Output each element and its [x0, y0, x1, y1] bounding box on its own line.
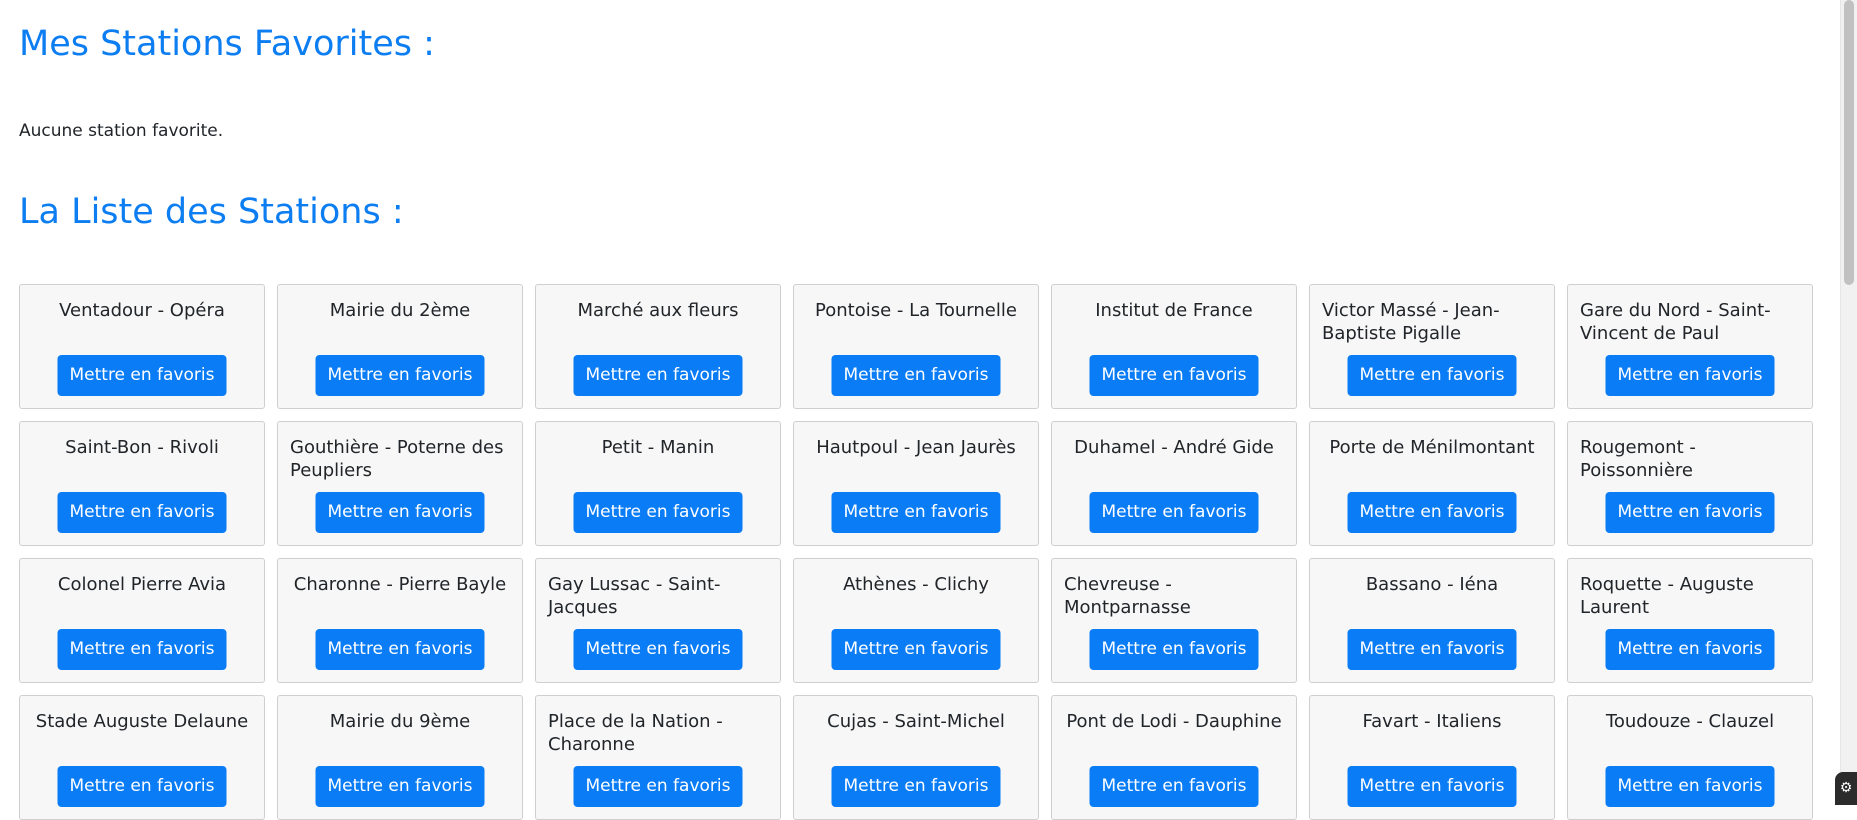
station-name: Institut de France [1095, 300, 1253, 321]
add-to-favorites-button[interactable]: Mettre en favoris [1347, 492, 1517, 533]
add-to-favorites-button[interactable]: Mettre en favoris [1347, 766, 1517, 807]
favorites-title: Mes Stations Favorites : [19, 24, 435, 64]
station-name: Marché aux fleurs [577, 300, 739, 321]
station-card: Gare du Nord - Saint-Vincent de Paul Mett… [1567, 284, 1813, 409]
station-name: Bassano - Iéna [1365, 574, 1499, 595]
add-to-favorites-button[interactable]: Mettre en favoris [1605, 766, 1775, 807]
station-name: Porte de Ménilmontant [1329, 437, 1535, 458]
station-name: Gay Lussac - Saint-Jacques [548, 574, 721, 618]
add-to-favorites-button[interactable]: Mettre en favoris [831, 492, 1001, 533]
station-card: Place de la Nation - Charonne Mettre en f… [535, 695, 781, 820]
station-card: Toudouze - Clauzel Mettre en favoris [1567, 695, 1813, 820]
add-to-favorites-button[interactable]: Mettre en favoris [1089, 629, 1259, 670]
station-card: Rougemont - Poissonnière Mettre en favori… [1567, 421, 1813, 546]
add-to-favorites-button[interactable]: Mettre en favoris [831, 629, 1001, 670]
station-name: Chevreuse - Montparnasse [1064, 574, 1191, 618]
station-name: Petit - Manin [601, 437, 715, 458]
station-card: Petit - Manin Mettre en favoris [535, 421, 781, 546]
add-to-favorites-button[interactable]: Mettre en favoris [1089, 766, 1259, 807]
add-to-favorites-button[interactable]: Mettre en favoris [1347, 355, 1517, 396]
station-card: Porte de Ménilmontant Mettre en favoris [1309, 421, 1555, 546]
station-card: Saint-Bon - Rivoli Mettre en favoris [19, 421, 265, 546]
add-to-favorites-button[interactable]: Mettre en favoris [1089, 355, 1259, 396]
add-to-favorites-button[interactable]: Mettre en favoris [831, 355, 1001, 396]
station-card: Gay Lussac - Saint-Jacques Mettre en favo… [535, 558, 781, 683]
add-to-favorites-button[interactable]: Mettre en favoris [1347, 629, 1517, 670]
add-to-favorites-button[interactable]: Mettre en favoris [1605, 355, 1775, 396]
add-to-favorites-button[interactable]: Mettre en favoris [573, 766, 743, 807]
scrollbar-thumb[interactable] [1844, 0, 1854, 285]
station-card: Favart - Italiens Mettre en favoris [1309, 695, 1555, 820]
station-name: Place de la Nation - Charonne [548, 711, 723, 755]
station-card: Charonne - Pierre Bayle Mettre en favoris [277, 558, 523, 683]
add-to-favorites-button[interactable]: Mettre en favoris [57, 492, 227, 533]
station-name: Duhamel - André Gide [1074, 437, 1274, 458]
station-name: Rougemont - Poissonnière [1580, 437, 1696, 481]
station-card: Victor Massé - Jean-Baptiste Pigalle Mett… [1309, 284, 1555, 409]
station-card: Bassano - Iéna Mettre en favoris [1309, 558, 1555, 683]
station-name: Gouthière - Poterne des Peupliers [290, 437, 504, 481]
station-card: Pont de Lodi - Dauphine Mettre en favoris [1051, 695, 1297, 820]
station-card: Roquette - Auguste Laurent Mettre en favo… [1567, 558, 1813, 683]
add-to-favorites-button[interactable]: Mettre en favoris [57, 766, 227, 807]
station-name: Pont de Lodi - Dauphine [1066, 711, 1282, 732]
station-name: Cujas - Saint-Michel [827, 711, 1005, 732]
add-to-favorites-button[interactable]: Mettre en favoris [573, 355, 743, 396]
add-to-favorites-button[interactable]: Mettre en favoris [573, 629, 743, 670]
add-to-favorites-button[interactable]: Mettre en favoris [573, 492, 743, 533]
station-name: Athènes - Clichy [843, 574, 989, 595]
station-name: Toudouze - Clauzel [1605, 711, 1775, 732]
favorites-empty-message: Aucune station favorite. [19, 121, 224, 141]
station-name: Saint-Bon - Rivoli [65, 437, 219, 458]
station-card: Stade Auguste Delaune Mettre en favoris [19, 695, 265, 820]
station-name: Ventadour - Opéra [59, 300, 225, 321]
vertical-scrollbar[interactable] [1840, 0, 1857, 805]
station-card: Colonel Pierre Avia Mettre en favoris [19, 558, 265, 683]
add-to-favorites-button[interactable]: Mettre en favoris [315, 766, 485, 807]
station-name: Roquette - Auguste Laurent [1580, 574, 1754, 618]
station-grid: Ventadour - Opéra Mettre en favoris Mairie… [19, 284, 1813, 820]
station-card: Institut de France Mettre en favoris [1051, 284, 1297, 409]
add-to-favorites-button[interactable]: Mettre en favoris [315, 492, 485, 533]
station-card: Ventadour - Opéra Mettre en favoris [19, 284, 265, 409]
station-name: Pontoise - La Tournelle [815, 300, 1017, 321]
station-name: Charonne - Pierre Bayle [293, 574, 507, 595]
station-card: Pontoise - La Tournelle Mettre en favoris [793, 284, 1039, 409]
station-card: Cujas - Saint-Michel Mettre en favoris [793, 695, 1039, 820]
add-to-favorites-button[interactable]: Mettre en favoris [831, 766, 1001, 807]
add-to-favorites-button[interactable]: Mettre en favoris [1089, 492, 1259, 533]
station-list-title: La Liste des Stations : [19, 192, 404, 232]
station-card: Hautpoul - Jean Jaurès Mettre en favoris [793, 421, 1039, 546]
station-name: Mairie du 2ème [329, 300, 471, 321]
add-to-favorites-button[interactable]: Mettre en favoris [315, 355, 485, 396]
station-card: Marché aux fleurs Mettre en favoris [535, 284, 781, 409]
add-to-favorites-button[interactable]: Mettre en favoris [315, 629, 485, 670]
station-card: Gouthière - Poterne des Peupliers Mettre … [277, 421, 523, 546]
station-card: Duhamel - André Gide Mettre en favoris [1051, 421, 1297, 546]
station-card: Mairie du 9ème Mettre en favoris [277, 695, 523, 820]
add-to-favorites-button[interactable]: Mettre en favoris [1605, 492, 1775, 533]
station-name: Mairie du 9ème [329, 711, 471, 732]
add-to-favorites-button[interactable]: Mettre en favoris [57, 629, 227, 670]
station-name: Gare du Nord - Saint-Vincent de Paul [1580, 300, 1771, 344]
extension-icon[interactable]: ⚙ [1835, 772, 1857, 805]
station-name: Favart - Italiens [1362, 711, 1502, 732]
station-name: Colonel Pierre Avia [57, 574, 227, 595]
station-card: Athènes - Clichy Mettre en favoris [793, 558, 1039, 683]
station-name: Hautpoul - Jean Jaurès [816, 437, 1016, 458]
page: { "favorites": { "title": "Mes Stations … [0, 0, 1857, 820]
station-card: Chevreuse - Montparnasse Mettre en favori… [1051, 558, 1297, 683]
station-card: Mairie du 2ème Mettre en favoris [277, 284, 523, 409]
add-to-favorites-button[interactable]: Mettre en favoris [1605, 629, 1775, 670]
add-to-favorites-button[interactable]: Mettre en favoris [57, 355, 227, 396]
station-name: Stade Auguste Delaune [35, 711, 249, 732]
station-name: Victor Massé - Jean-Baptiste Pigalle [1322, 300, 1500, 344]
